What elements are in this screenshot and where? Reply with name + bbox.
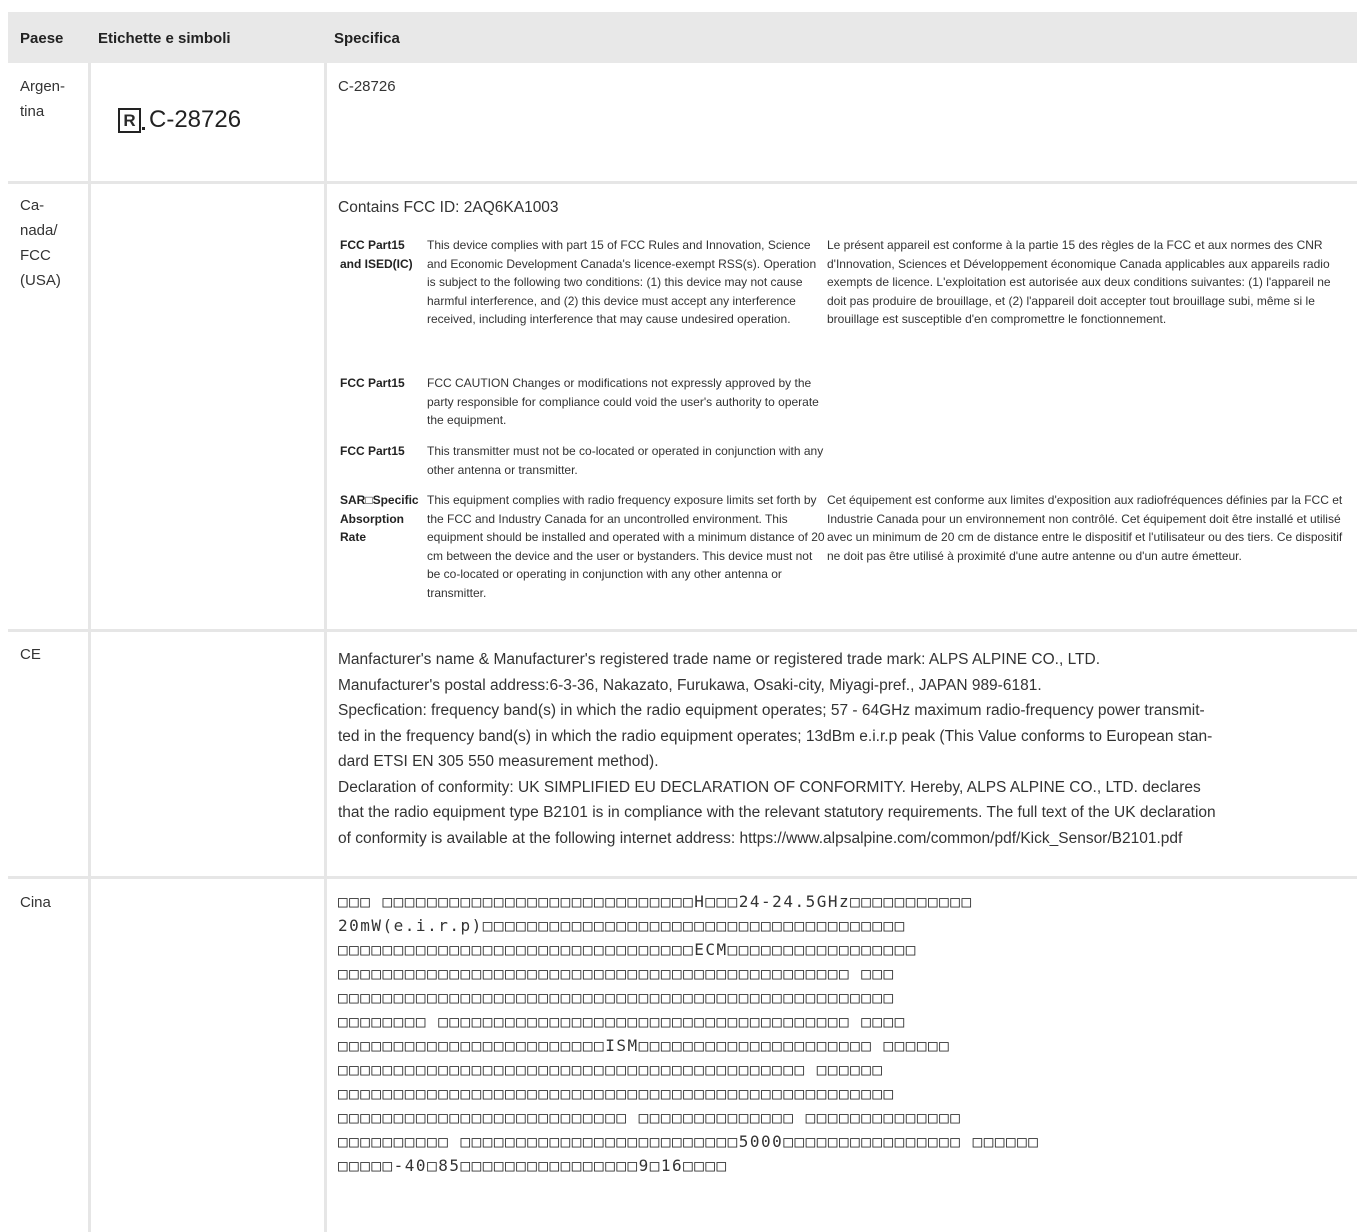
fcc-english-text: This transmitter must not be co-located … xyxy=(427,444,824,477)
china-line: □□□□□□□□□□□□□□□□□□□□□□□□□□□□□□□□□□□□□□□□… xyxy=(338,964,895,983)
ce-line: dard ETSI EN 305 550 measurement method)… xyxy=(338,753,659,770)
fcc-english-text: FCC CAUTION Changes or modifications not… xyxy=(427,376,819,427)
china-line: □□□□□□□□□□ □□□□□□□□□□□□□□□□□□□□□□□□□5000… xyxy=(338,1132,1040,1151)
row-divider xyxy=(8,876,1357,879)
argentina-mark-text: C-28726 xyxy=(149,106,242,133)
argentina-certification-mark: R C-28726 xyxy=(118,106,241,134)
country-argentina: Argen- tina xyxy=(20,78,66,120)
column-divider xyxy=(88,63,91,1232)
china-line: □□□ □□□□□□□□□□□□□□□□□□□□□□□□□□□□H□□□24-2… xyxy=(338,892,973,911)
china-line: □□□□□-40□85□□□□□□□□□□□□□□□□9□16□□□□ xyxy=(338,1156,728,1175)
ce-line: Declaration of conformity: UK SIMPLIFIED… xyxy=(338,778,1201,796)
china-line: □□□□□□□□□□□□□□□□□□□□□□□□□□□□□□□□ECM□□□□□… xyxy=(338,940,917,959)
ce-line: Manufacturer's postal address:6-3-36, Na… xyxy=(338,676,1042,694)
country-china: Cina xyxy=(20,894,51,911)
table-header: Paese Etichette e simboli Specifica xyxy=(8,12,1357,63)
china-line: □□□□□□□□ □□□□□□□□□□□□□□□□□□□□□□□□□□□□□□□… xyxy=(338,1012,906,1031)
argentina-spec: C-28726 xyxy=(338,78,396,95)
country-ce: CE xyxy=(20,646,41,663)
china-line: □□□□□□□□□□□□□□□□□□□□□□□□□□□□□□□□□□□□□□□□… xyxy=(338,988,895,1007)
fcc-label: FCC Part15 xyxy=(340,444,405,458)
ce-line: that the radio equipment type B2101 is i… xyxy=(338,804,1216,821)
ce-line: Manfacturer's name & Manufacturer's regi… xyxy=(338,651,1101,668)
fcc-english-text: This device complies with part 15 of FCC… xyxy=(427,238,817,326)
ce-line: ted in the frequency band(s) in which th… xyxy=(338,727,1213,745)
ce-spec: Manfacturer's name & Manufacturer's regi… xyxy=(338,647,1353,851)
fcc-english-text: This equipment complies with radio frequ… xyxy=(427,493,825,600)
china-line: 20mW(e.i.r.p)□□□□□□□□□□□□□□□□□□□□□□□□□□□… xyxy=(338,916,906,935)
fcc-french-text: Cet équipement est conforme aux limites … xyxy=(827,493,1343,563)
registered-r-icon: R xyxy=(118,107,145,133)
ce-line: of conformity is available at the follow… xyxy=(338,829,1183,847)
china-line: □□□□□□□□□□□□□□□□□□□□□□□□□□□□□□□□□□□□□□□□… xyxy=(338,1060,884,1079)
china-line: □□□□□□□□□□□□□□□□□□□□□□□□□□ □□□□□□□□□□□□□… xyxy=(338,1108,962,1127)
row-divider xyxy=(8,629,1357,632)
column-divider xyxy=(324,63,327,1232)
china-line: □□□□□□□□□□□□□□□□□□□□□□□□ISM□□□□□□□□□□□□□… xyxy=(338,1036,951,1055)
fcc-label: FCC Part15 xyxy=(340,376,405,390)
ce-line: Specfication: frequency band(s) in which… xyxy=(338,702,1205,719)
header-country: Paese xyxy=(20,30,64,47)
fcc-id-intro: Contains FCC ID: 2AQ6KA1003 xyxy=(338,199,559,216)
header-specification: Specifica xyxy=(334,30,400,47)
row-divider xyxy=(8,181,1357,184)
fcc-french-text: Le présent appareil est conforme à la pa… xyxy=(827,238,1331,326)
fcc-label: FCC Part15 and ISED(IC) xyxy=(340,238,413,271)
header-labels-symbols: Etichette e simboli xyxy=(98,30,231,47)
country-canada-fcc: Ca- nada/ FCC (USA) xyxy=(20,197,61,289)
china-spec: □□□ □□□□□□□□□□□□□□□□□□□□□□□□□□□□H□□□24-2… xyxy=(338,890,1353,1178)
fcc-label: SAR□Specific Absorption Rate xyxy=(340,493,419,544)
china-line: □□□□□□□□□□□□□□□□□□□□□□□□□□□□□□□□□□□□□□□□… xyxy=(338,1084,895,1103)
